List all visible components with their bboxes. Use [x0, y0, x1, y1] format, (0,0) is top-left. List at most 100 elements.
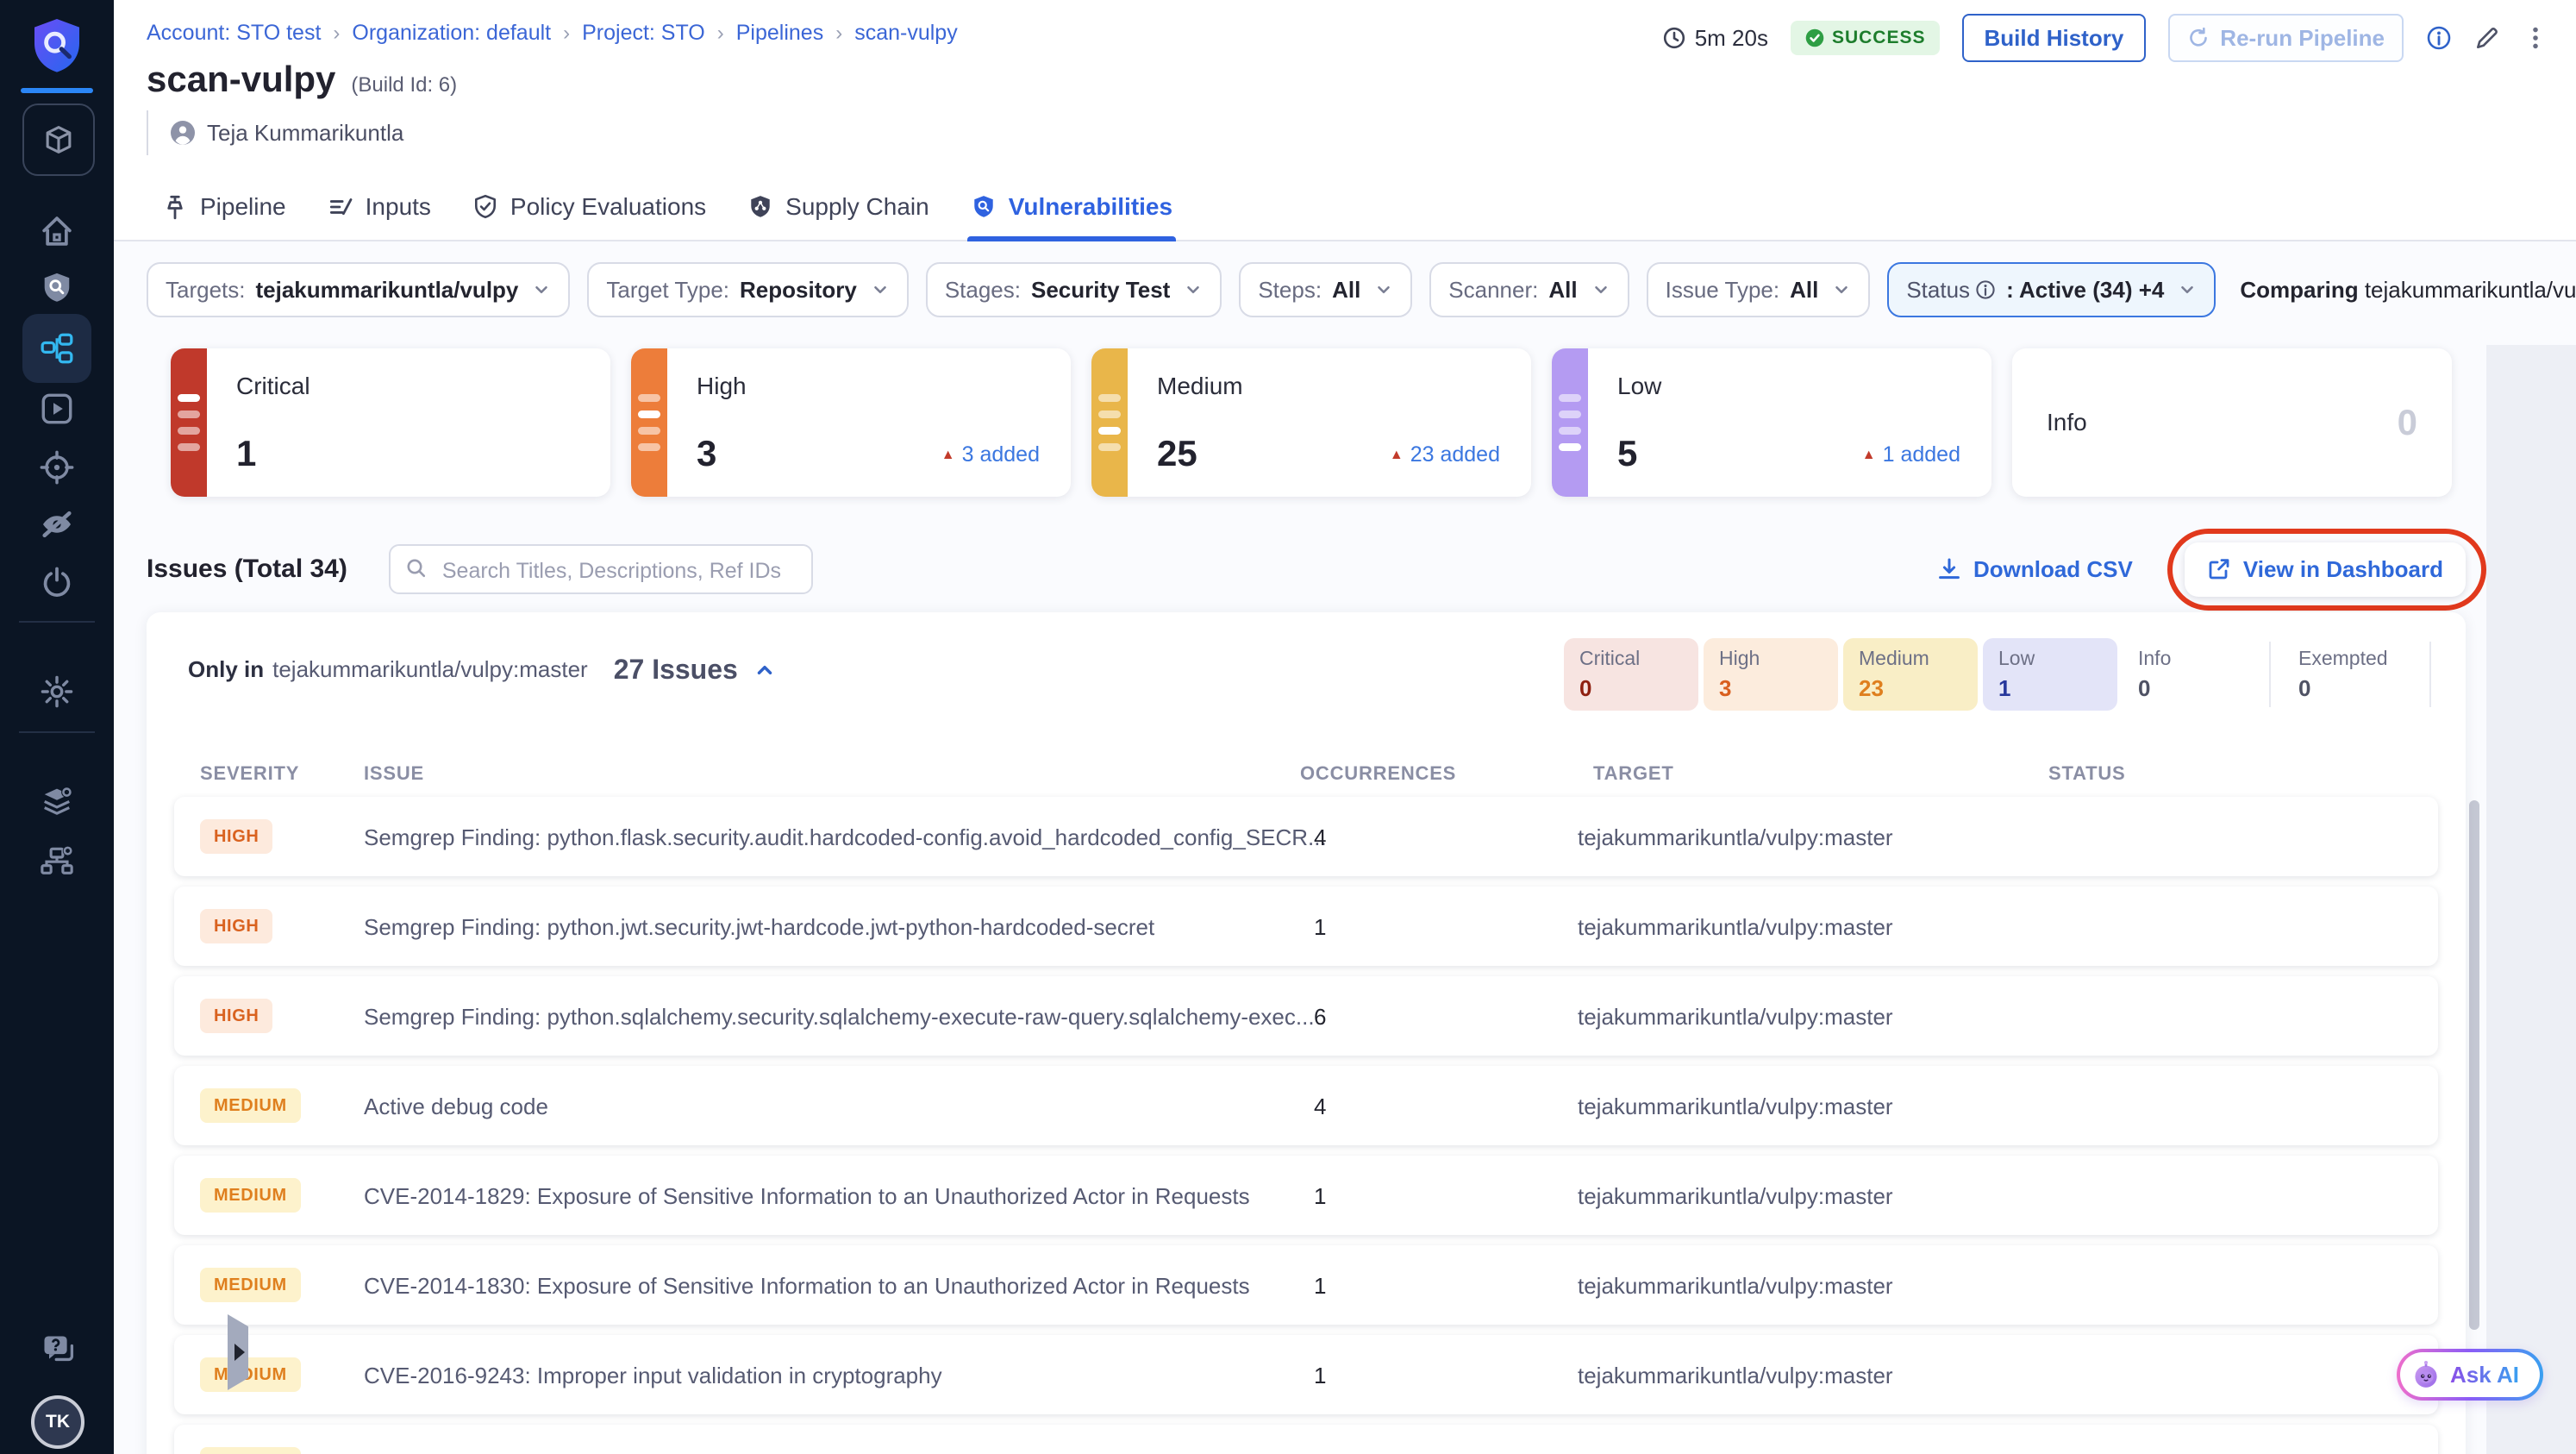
occurrences: 4	[1314, 1094, 1327, 1119]
tab-pipeline[interactable]: Pipeline	[159, 174, 290, 240]
chip-low[interactable]: Low 1	[1983, 638, 2117, 711]
issue-group-header[interactable]: Only in tejakummarikuntla/vulpy:master 2…	[188, 654, 776, 686]
rerun-pipeline-button[interactable]: Re-run Pipeline	[2168, 14, 2404, 62]
ask-ai-label: Ask AI	[2450, 1361, 2519, 1388]
filter-value: All	[1548, 276, 1578, 303]
filter-stages[interactable]: Stages: Security Test	[925, 262, 1222, 317]
network-gear-icon[interactable]	[40, 843, 74, 878]
triangle-up-icon: ▲	[1861, 447, 1876, 462]
breadcrumb-current[interactable]: scan-vulpy	[854, 21, 958, 46]
filter-scanner[interactable]: Scanner: All	[1429, 262, 1629, 317]
tab-supply-chain[interactable]: Supply Chain	[744, 174, 933, 240]
cube-module-icon	[43, 124, 74, 155]
table-row[interactable]: HIGH Semgrep Finding: python.jwt.securit…	[174, 887, 2438, 966]
tab-inputs[interactable]: Inputs	[324, 174, 435, 240]
occurrences: 1	[1314, 1273, 1327, 1299]
card-label: Info	[2047, 409, 2087, 436]
module-selector-button[interactable]	[22, 103, 95, 176]
power-icon[interactable]	[40, 566, 74, 600]
card-medium[interactable]: Medium 25 ▲ 23 added	[1091, 348, 1531, 497]
chevron-down-icon	[1184, 280, 1203, 299]
refresh-icon	[2187, 27, 2210, 49]
card-label: Critical	[236, 373, 310, 399]
avatar[interactable]: TK	[31, 1395, 84, 1449]
chat-help-icon[interactable]	[40, 1332, 78, 1369]
target: tejakummarikuntla/vulpy:master	[1578, 1363, 1893, 1388]
chip-value: 3	[1719, 675, 1732, 701]
layers-gear-icon[interactable]	[40, 785, 74, 819]
card-critical[interactable]: Critical 1	[171, 348, 610, 497]
author-row: Teja Kummarikuntla	[147, 110, 403, 155]
card-low[interactable]: Low 5 ▲ 1 added	[1552, 348, 1991, 497]
chip-value: 1	[1998, 675, 2011, 701]
filter-target-type[interactable]: Target Type: Repository	[587, 262, 909, 317]
eye-off-icon[interactable]	[40, 507, 74, 542]
sidebar-item-pipelines[interactable]	[22, 314, 91, 383]
chip-medium[interactable]: Medium 23	[1843, 638, 1978, 711]
table-row[interactable]: HIGH Semgrep Finding: python.sqlalchemy.…	[174, 976, 2438, 1056]
chip-exempted[interactable]: Exempted 0	[2283, 638, 2417, 711]
download-csv-button[interactable]: Download CSV	[1937, 556, 2133, 583]
tabbar: Pipeline Inputs Policy Evaluations Suppl…	[114, 174, 2576, 241]
scrollbar-thumb[interactable]	[2469, 800, 2479, 1330]
sidebar-expand-handle[interactable]	[228, 1314, 248, 1390]
filter-status[interactable]: Status : Active (34) +4	[1887, 262, 2216, 317]
chip-value: 0	[1579, 675, 1592, 701]
filter-value: Security Test	[1030, 276, 1171, 303]
severity-level-icon	[631, 348, 667, 497]
table-row[interactable]: MEDIUM CVE-2016-9243: Improper input val…	[174, 1335, 2438, 1414]
edit-pencil-icon[interactable]	[2474, 25, 2500, 51]
filter-targets[interactable]: Targets: tejakummarikuntla/vulpy	[147, 262, 571, 317]
filter-issue-type[interactable]: Issue Type: All	[1646, 262, 1871, 317]
chevron-up-icon[interactable]	[753, 659, 776, 681]
breadcrumb-organization[interactable]: Organization: default	[352, 21, 551, 46]
play-executions-icon[interactable]	[40, 392, 74, 426]
chip-high[interactable]: High 3	[1704, 638, 1838, 711]
shield-search-icon[interactable]	[40, 271, 74, 305]
search-icon	[404, 556, 428, 580]
breadcrumb-pipelines[interactable]: Pipelines	[736, 21, 823, 46]
table-row[interactable]: HIGH Semgrep Finding: python.flask.secur…	[174, 797, 2438, 876]
breadcrumb-project[interactable]: Project: STO	[582, 21, 705, 46]
breadcrumb-separator: ›	[563, 21, 571, 45]
tab-vulnerabilities[interactable]: Vulnerabilities	[966, 174, 1177, 241]
tab-label: Vulnerabilities	[1008, 193, 1173, 220]
filter-label: Stages:	[944, 276, 1021, 303]
group-target: tejakummarikuntla/vulpy:master	[272, 656, 588, 682]
info-icon[interactable]	[2426, 25, 2452, 51]
card-info[interactable]: Info 0	[2012, 348, 2452, 497]
chevron-down-icon	[2178, 280, 2197, 299]
logo-active-underline	[21, 88, 93, 93]
chip-info[interactable]: Info 0	[2123, 638, 2257, 711]
severity-badge: MEDIUM	[200, 1447, 301, 1454]
view-in-dashboard-button[interactable]: View in Dashboard	[2184, 542, 2466, 597]
card-label: High	[697, 373, 747, 399]
table-row-partial[interactable]: MEDIUM	[174, 1425, 2438, 1454]
added-text: 23 added	[1410, 442, 1500, 467]
search-box	[388, 544, 813, 596]
search-input[interactable]	[438, 546, 799, 596]
chip-critical[interactable]: Critical 0	[1564, 638, 1698, 711]
filter-label: Target Type:	[606, 276, 729, 303]
app-root: TK Account: STO test › Organization: def…	[0, 0, 2576, 1454]
build-history-button[interactable]: Build History	[1961, 14, 2147, 62]
tab-policy-evaluations[interactable]: Policy Evaluations	[469, 174, 710, 240]
table-row[interactable]: MEDIUM CVE-2014-1830: Exposure of Sensit…	[174, 1245, 2438, 1325]
severity-badge: MEDIUM	[200, 1268, 301, 1302]
issues-table-body: HIGH Semgrep Finding: python.flask.secur…	[174, 797, 2438, 1454]
target: tejakummarikuntla/vulpy:master	[1578, 1273, 1893, 1299]
gear-settings-icon[interactable]	[40, 674, 74, 709]
table-row[interactable]: MEDIUM Active debug code 4 tejakummariku…	[174, 1066, 2438, 1145]
crosshair-targets-icon[interactable]	[40, 450, 74, 485]
filter-steps[interactable]: Steps: All	[1239, 262, 1413, 317]
kebab-menu-icon[interactable]	[2523, 25, 2548, 51]
card-high[interactable]: High 3 ▲ 3 added	[631, 348, 1071, 497]
ask-ai-button[interactable]: Ask AI	[2397, 1349, 2543, 1401]
issue-title: Active debug code	[364, 1094, 548, 1119]
chip-label: Exempted	[2298, 647, 2388, 669]
card-count: 1	[236, 433, 257, 473]
home-icon[interactable]	[40, 214, 74, 248]
breadcrumb-separator: ›	[835, 21, 843, 45]
table-row[interactable]: MEDIUM CVE-2014-1829: Exposure of Sensit…	[174, 1156, 2438, 1235]
breadcrumb-account[interactable]: Account: STO test	[147, 21, 321, 46]
